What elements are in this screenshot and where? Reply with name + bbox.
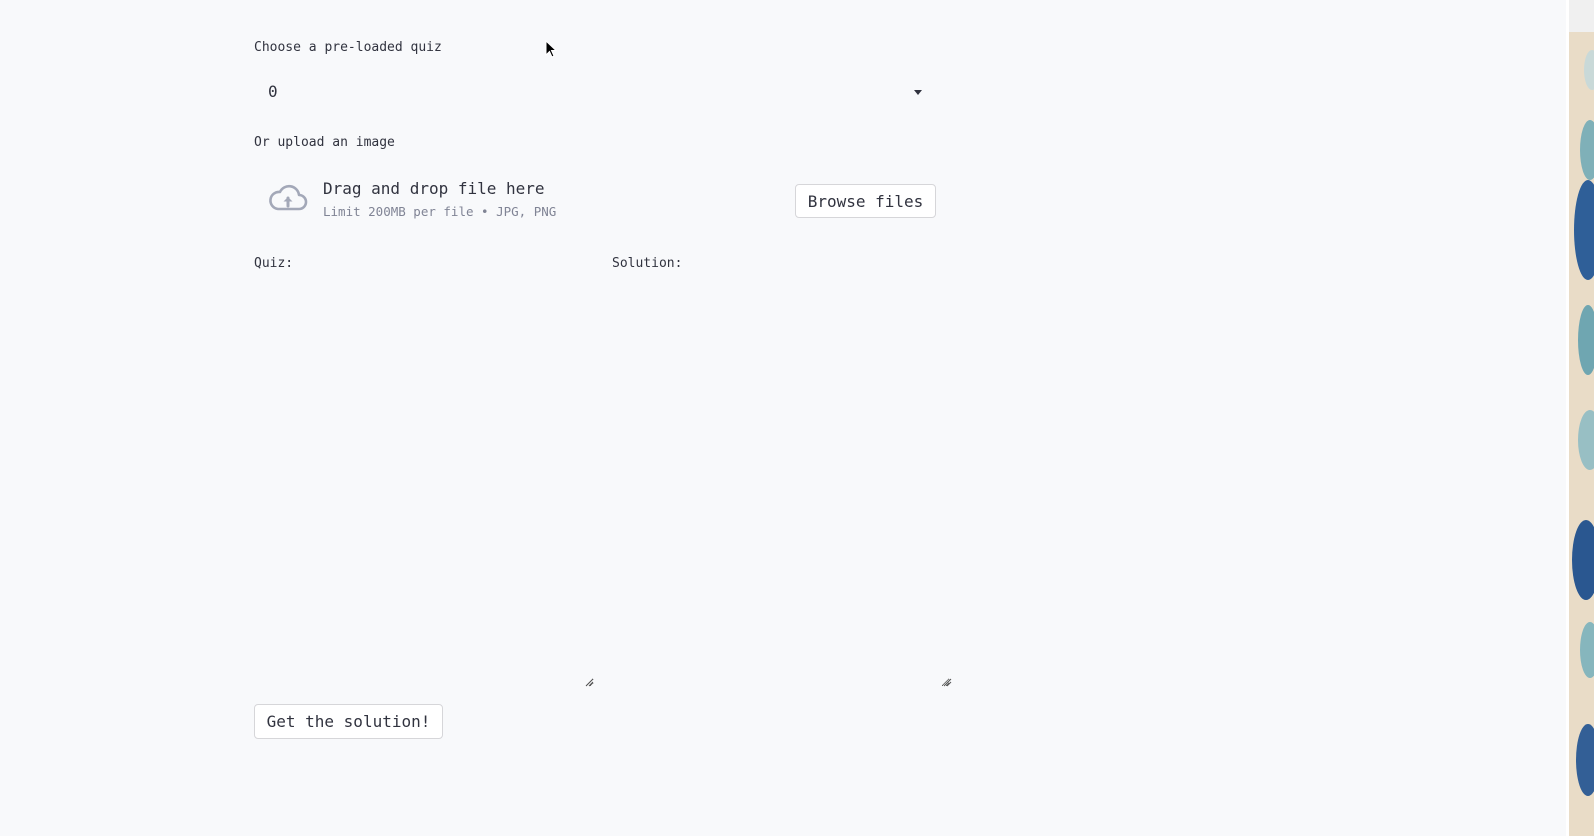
browse-files-button[interactable]: Browse files	[795, 184, 936, 218]
quiz-field-label: Quiz:	[254, 256, 294, 271]
upload-label: Or upload an image	[254, 135, 395, 150]
cloud-upload-icon	[269, 184, 308, 211]
quiz-textarea[interactable]	[254, 282, 594, 687]
get-solution-button[interactable]: Get the solution!	[254, 704, 443, 739]
solution-textarea[interactable]	[610, 282, 950, 687]
quiz-resize-handle-icon[interactable]	[585, 678, 594, 687]
quiz-select-value: 0	[268, 82, 278, 101]
solution-resize-handle-icon[interactable]	[943, 678, 952, 687]
dropzone-title: Drag and drop file here	[323, 179, 545, 198]
chevron-down-icon	[914, 90, 922, 95]
dropzone-subtitle: Limit 200MB per file • JPG, PNG	[323, 204, 557, 219]
solution-field-label: Solution:	[612, 256, 683, 271]
app-main: Choose a pre-loaded quiz 0 Or upload an …	[0, 0, 1566, 836]
quiz-select[interactable]: 0	[252, 72, 936, 112]
background-wallpaper-strip	[1566, 0, 1594, 836]
quiz-select-label: Choose a pre-loaded quiz	[254, 40, 442, 55]
mouse-cursor-icon	[545, 40, 558, 58]
